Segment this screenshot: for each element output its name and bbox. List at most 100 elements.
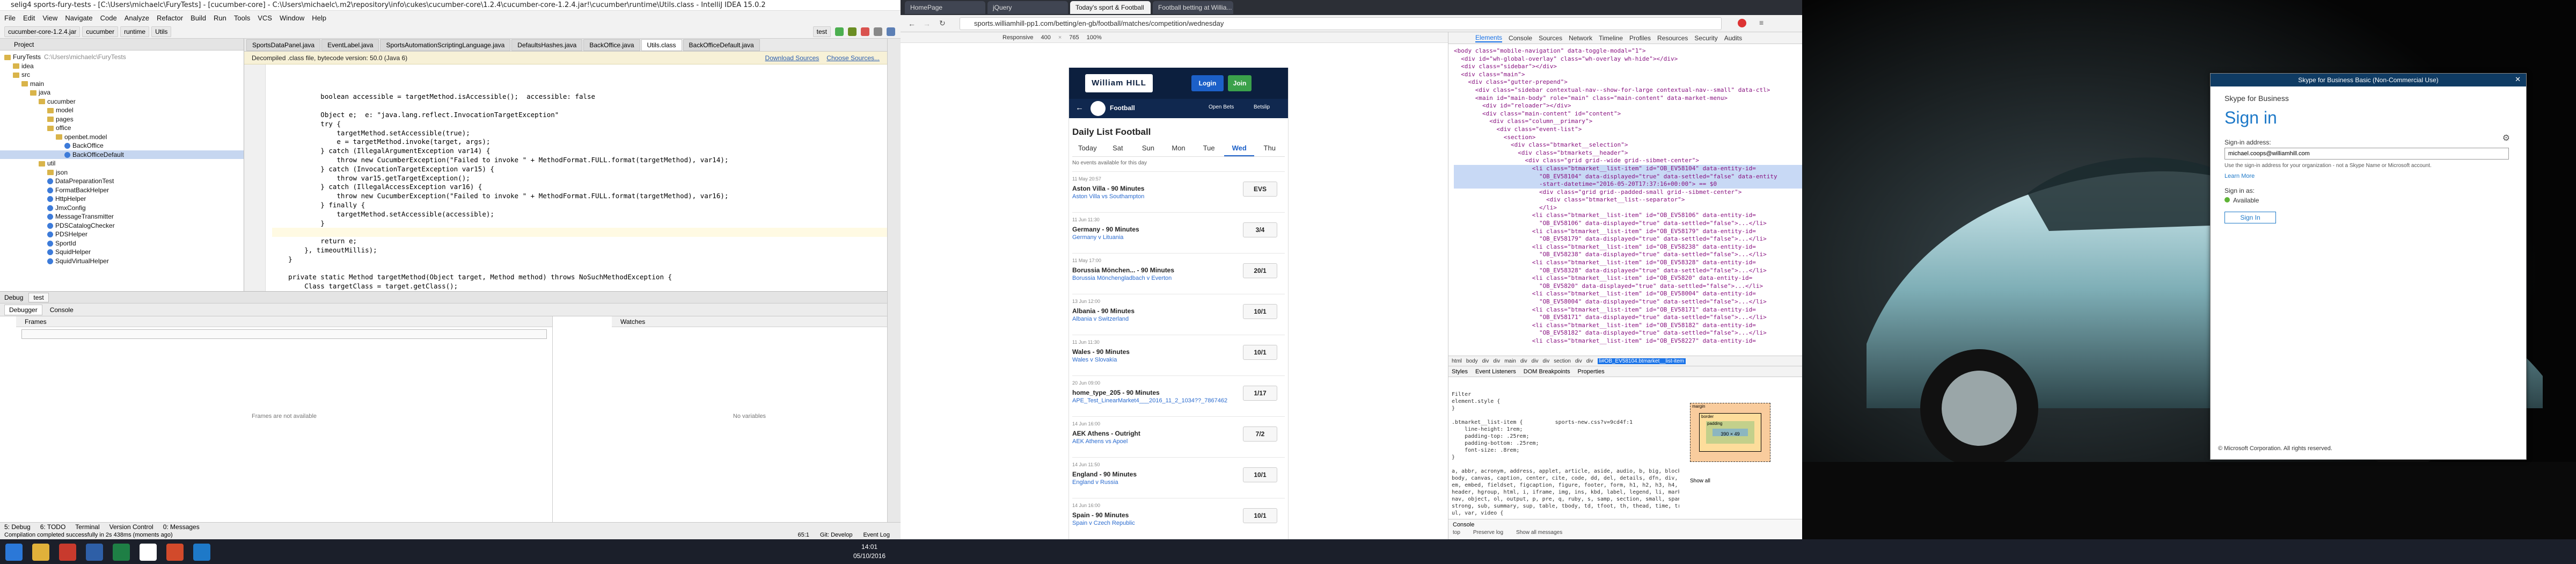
chrome-icon[interactable] (140, 544, 157, 561)
settings-icon[interactable] (874, 27, 882, 36)
menu-item[interactable]: View (42, 14, 57, 22)
styles-subtab[interactable]: Event Listeners (1475, 368, 1516, 375)
styles-pane[interactable]: Filter element.style {} .btmarket__list-it… (1448, 388, 1679, 517)
caret-position[interactable]: 65:1 (798, 532, 809, 538)
event-name[interactable]: England - 90 Minutes (1072, 471, 1137, 478)
tree-node[interactable]: HttpHelper (0, 194, 244, 204)
sign-in-address-field[interactable]: michael.coops@williamhill.com (2224, 148, 2509, 160)
odds-button[interactable]: 10/1 (1243, 467, 1277, 482)
tree-node[interactable]: pages (0, 115, 244, 124)
dom-node[interactable]: <div class="btmarket__list--separator"> (1454, 196, 1802, 204)
dom-node[interactable]: <section> (1454, 134, 1802, 142)
sign-in-button[interactable]: Sign In (2224, 212, 2276, 223)
excel-icon[interactable] (113, 544, 130, 561)
download-sources-link[interactable]: Download Sources (765, 54, 819, 62)
dom-breadcrumb-item[interactable]: div (1542, 358, 1549, 364)
nav-crumb[interactable]: cucumber (82, 26, 119, 37)
tree-node[interactable]: cucumber (0, 97, 244, 106)
day-tab[interactable]: Tue (1194, 144, 1224, 156)
tree-node[interactable]: FuryTests C:\Users\michaelc\FuryTests (0, 53, 244, 62)
tree-node[interactable]: BackOffice (0, 141, 244, 150)
device-select[interactable]: Responsive (1002, 34, 1033, 41)
tree-node[interactable]: SquidVirtualHelper (0, 257, 244, 266)
odds-button[interactable]: 10/1 (1243, 345, 1277, 360)
dom-node[interactable]: <li class="btmarket__list-item" id="OB_E… (1454, 259, 1802, 267)
tree-node[interactable]: DataPreparationTest (0, 177, 244, 186)
tree-node[interactable]: SquidHelper (0, 248, 244, 257)
dom-breadcrumb-item[interactable]: div (1532, 358, 1539, 364)
show-all-messages-checkbox[interactable]: Show all messages (1516, 530, 1562, 536)
dom-node[interactable]: <div class="gutter-prepend"> (1454, 78, 1802, 86)
browser-tab[interactable]: Football betting at Willia... (1153, 1, 1233, 14)
tool-window-tab[interactable]: 5: Debug (4, 523, 31, 531)
event-row[interactable]: 20 Jun 09:00 home_type_205 - 90 Minutes AP… (1072, 375, 1285, 416)
tree-node[interactable]: idea (0, 62, 244, 71)
tree-node[interactable]: PDSHelper (0, 230, 244, 239)
event-matchup[interactable]: Spain v Czech Republic (1072, 520, 1135, 526)
devtools-tab[interactable]: Elements (1475, 34, 1503, 42)
devtools-tab[interactable]: Security (1694, 34, 1717, 42)
console-tab[interactable]: Console (46, 305, 78, 315)
console-tab[interactable]: Console (1453, 522, 1798, 528)
start-icon[interactable] (5, 544, 23, 561)
dom-node[interactable]: <div class="grid grid--padded-small grid… (1454, 189, 1802, 197)
tree-node[interactable]: office (0, 124, 244, 133)
dom-node[interactable]: "OB_EV58104" data-displayed="true" data-… (1454, 172, 1802, 181)
editor-tab[interactable]: SportsAutomationScriptingLanguage.java (380, 39, 511, 51)
odds-button[interactable]: 7/2 (1243, 426, 1277, 442)
dom-node[interactable]: </li> (1454, 204, 1802, 212)
event-row[interactable]: 11 May 17:00 Borussia Mönchen... - 90 Min… (1072, 253, 1285, 294)
odds-button[interactable]: EVS (1243, 182, 1277, 197)
dom-node[interactable]: <li class="btmarket__list-item" id="OB_E… (1454, 243, 1802, 251)
sport-selector[interactable]: Football (1110, 104, 1135, 112)
forward-icon[interactable]: → (923, 19, 931, 28)
menu-item[interactable]: Analyze (125, 14, 149, 22)
dom-node[interactable]: <div class="main"> (1454, 71, 1802, 79)
editor-tab[interactable]: SportsDataPanel.java (246, 39, 321, 51)
odds-button[interactable]: 3/4 (1243, 222, 1277, 237)
event-matchup[interactable]: AEK Athens vs Apoel (1072, 438, 1128, 445)
menu-item[interactable]: Build (191, 14, 206, 22)
tree-node[interactable]: util (0, 159, 244, 168)
day-tab[interactable]: Thu (1254, 144, 1285, 156)
event-name[interactable]: Aston Villa - 90 Minutes (1072, 185, 1144, 192)
event-name[interactable]: home_type_205 - 90 Minutes (1072, 389, 1160, 396)
intellij-icon[interactable] (166, 544, 184, 561)
preserve-log-checkbox[interactable]: Preserve log (1473, 530, 1503, 536)
event-matchup[interactable]: Aston Villa vs Southampton (1072, 193, 1144, 200)
tool-window-tab[interactable]: 0: Messages (163, 523, 200, 531)
betslip-button[interactable]: Betslip (1254, 104, 1270, 110)
dom-breadcrumb-item[interactable]: html (1452, 358, 1462, 364)
odds-button[interactable]: 20/1 (1243, 263, 1277, 278)
menu-item[interactable]: VCS (258, 14, 272, 22)
event-name[interactable]: AEK Athens - Outright (1072, 430, 1140, 437)
styles-subtab[interactable]: Properties (1578, 368, 1605, 375)
console-context[interactable]: top (1453, 530, 1460, 536)
dom-node[interactable]: <main id="main-body" role="main" class="… (1454, 95, 1802, 103)
dom-node[interactable]: <div class="grid grid--wide grid--sibmet… (1454, 157, 1802, 165)
tree-node[interactable]: SportId (0, 239, 244, 248)
dom-node[interactable]: <div class="sidebar"></div> (1454, 63, 1802, 71)
event-name[interactable]: Borussia Mönchen... - 90 Minutes (1072, 266, 1174, 274)
odds-button[interactable]: 1/17 (1243, 386, 1277, 401)
dom-node[interactable]: <li class="btmarket__list-item" id="OB_E… (1454, 212, 1802, 220)
dom-breadcrumb-item[interactable]: div (1482, 358, 1489, 364)
debug-run-tab[interactable]: test (28, 292, 49, 302)
device-height[interactable]: 765 (1069, 34, 1079, 41)
devtools-tab[interactable]: Network (1569, 34, 1592, 42)
dom-node[interactable]: <div id="reloader"></div> (1454, 102, 1802, 110)
event-row[interactable]: 11 May 20:57 Aston Villa - 90 Minutes Asto… (1072, 171, 1285, 212)
devtools-tab[interactable]: Audits (1724, 34, 1742, 42)
tree-node[interactable]: model (0, 106, 244, 115)
explorer-icon[interactable] (32, 544, 49, 561)
dom-breadcrumb-item[interactable]: li#OB_EV58104.btmarket__list-item (1597, 358, 1686, 364)
event-row[interactable]: 11 Jun 11:30 Wales - 90 Minutes Wales v Sl… (1072, 335, 1285, 375)
code-editor[interactable]: boolean accessible = targetMethod.isAcce… (244, 64, 887, 291)
menu-item[interactable]: File (4, 14, 16, 22)
menu-item[interactable]: Window (280, 14, 304, 22)
dom-node[interactable]: "OB_EV58238" data-displayed="true" data-… (1454, 251, 1802, 259)
debug-icon[interactable] (848, 27, 857, 36)
menu-item[interactable]: Help (312, 14, 326, 22)
event-matchup[interactable]: Albania v Switzerland (1072, 316, 1129, 322)
url-field[interactable]: sports.williamhill-pp1.com/betting/en-gb… (960, 17, 1722, 30)
